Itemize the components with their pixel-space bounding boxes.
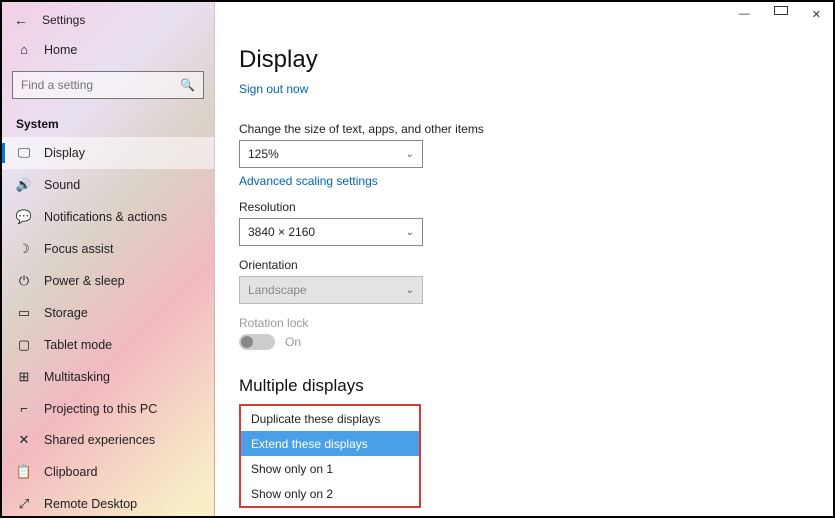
- multiple-displays-heading: Multiple displays: [239, 376, 809, 396]
- sidebar-item-label: Power & sleep: [44, 274, 125, 288]
- scale-label: Change the size of text, apps, and other…: [239, 122, 809, 136]
- storage-icon: ▭: [16, 305, 32, 321]
- chevron-down-icon: ⌄: [406, 149, 414, 160]
- window-title: Settings: [42, 13, 85, 27]
- sidebar-item-label: Shared experiences: [44, 433, 155, 447]
- sidebar: ← Settings ⌂ Home 🔍 System 🖵 Display 🔊 S…: [2, 2, 215, 516]
- sidebar-item-label: Remote Desktop: [44, 497, 137, 511]
- sidebar-item-label: Storage: [44, 306, 88, 320]
- search-input[interactable]: 🔍: [12, 71, 204, 99]
- notifications-icon: 💬: [16, 209, 32, 225]
- sidebar-item-focus-assist[interactable]: ☽ Focus assist: [2, 233, 214, 265]
- sidebar-item-clipboard[interactable]: 📋 Clipboard: [2, 456, 214, 488]
- maximize-button[interactable]: [774, 6, 788, 15]
- chevron-down-icon: ⌄: [406, 285, 414, 296]
- sidebar-item-notifications[interactable]: 💬 Notifications & actions: [2, 201, 214, 233]
- sidebar-item-tablet-mode[interactable]: ▢ Tablet mode: [2, 329, 214, 361]
- sidebar-nav: 🖵 Display 🔊 Sound 💬 Notifications & acti…: [2, 137, 214, 520]
- advanced-display-link[interactable]: Advanced display settings: [239, 514, 809, 516]
- resolution-select[interactable]: 3840 × 2160 ⌄: [239, 218, 423, 246]
- sidebar-item-projecting[interactable]: ⌐ Projecting to this PC: [2, 393, 214, 424]
- orientation-value: Landscape: [248, 283, 307, 297]
- scale-select[interactable]: 125% ⌄: [239, 140, 423, 168]
- orientation-select: Landscape ⌄: [239, 276, 423, 304]
- scale-value: 125%: [248, 147, 279, 161]
- sidebar-item-label: Notifications & actions: [44, 210, 167, 224]
- advanced-scaling-link[interactable]: Advanced scaling settings: [239, 174, 809, 188]
- rotation-lock-label: Rotation lock: [239, 316, 809, 330]
- sidebar-item-sound[interactable]: 🔊 Sound: [2, 169, 214, 201]
- display-icon: 🖵: [16, 145, 32, 161]
- sidebar-item-power-sleep[interactable]: ⏻ Power & sleep: [2, 265, 214, 297]
- sidebar-item-shared-experiences[interactable]: ✕ Shared experiences: [2, 424, 214, 456]
- clipboard-icon: 📋: [16, 464, 32, 480]
- minimize-button[interactable]: —: [733, 6, 756, 23]
- power-icon: ⏻: [16, 273, 32, 289]
- resolution-value: 3840 × 2160: [248, 225, 315, 239]
- sidebar-item-remote-desktop[interactable]: ⤢ Remote Desktop: [2, 488, 214, 520]
- sidebar-item-label: Multitasking: [44, 370, 110, 384]
- focus-assist-icon: ☽: [16, 241, 32, 257]
- chevron-down-icon: ⌄: [406, 227, 414, 238]
- sidebar-item-display[interactable]: 🖵 Display: [2, 137, 214, 169]
- search-icon: 🔍: [180, 78, 195, 92]
- tablet-icon: ▢: [16, 337, 32, 353]
- sidebar-item-label: Tablet mode: [44, 338, 112, 352]
- search-field[interactable]: [21, 78, 180, 92]
- sidebar-item-storage[interactable]: ▭ Storage: [2, 297, 214, 329]
- multiple-displays-dropdown[interactable]: Duplicate these displays Extend these di…: [239, 404, 421, 508]
- remote-icon: ⤢: [16, 496, 32, 512]
- orientation-label: Orientation: [239, 258, 809, 272]
- dropdown-option-duplicate[interactable]: Duplicate these displays: [241, 406, 419, 431]
- multitasking-icon: ⊞: [16, 369, 32, 385]
- sidebar-item-label: Clipboard: [44, 465, 98, 479]
- rotation-lock-state: On: [285, 335, 301, 349]
- sidebar-item-label: Projecting to this PC: [44, 402, 157, 416]
- home-label: Home: [44, 43, 77, 57]
- home-icon: ⌂: [16, 42, 32, 57]
- close-button[interactable]: ✕: [806, 6, 827, 23]
- sidebar-item-label: Display: [44, 146, 85, 160]
- projecting-icon: ⌐: [16, 401, 32, 416]
- main-content: Display Sign out now Change the size of …: [215, 2, 833, 516]
- rotation-lock-toggle: [239, 334, 275, 350]
- sidebar-item-label: Focus assist: [44, 242, 113, 256]
- dropdown-option-extend[interactable]: Extend these displays: [241, 431, 419, 456]
- resolution-label: Resolution: [239, 200, 809, 214]
- dropdown-option-only-1[interactable]: Show only on 1: [241, 456, 419, 481]
- dropdown-option-only-2[interactable]: Show only on 2: [241, 481, 419, 506]
- page-title: Display: [239, 46, 809, 74]
- sound-icon: 🔊: [16, 177, 32, 193]
- sidebar-section-title: System: [2, 109, 214, 137]
- shared-icon: ✕: [16, 432, 32, 448]
- signout-link[interactable]: Sign out now: [239, 82, 308, 96]
- sidebar-item-multitasking[interactable]: ⊞ Multitasking: [2, 361, 214, 393]
- sidebar-item-label: Sound: [44, 178, 80, 192]
- home-button[interactable]: ⌂ Home: [2, 34, 214, 65]
- back-button[interactable]: ←: [14, 12, 28, 28]
